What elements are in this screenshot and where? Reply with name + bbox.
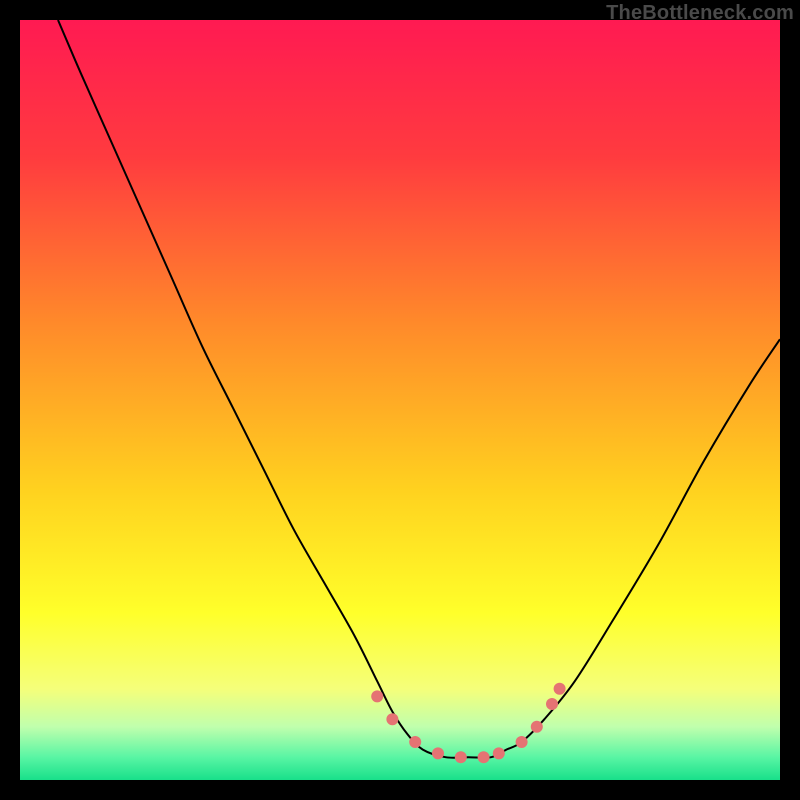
chart-svg [20, 20, 780, 780]
highlight-point [493, 747, 505, 759]
highlight-point [478, 751, 490, 763]
highlight-point [409, 736, 421, 748]
highlight-point [531, 721, 543, 733]
highlight-point [516, 736, 528, 748]
chart-frame [20, 20, 780, 780]
chart-plot-area [20, 20, 780, 780]
highlight-point [432, 747, 444, 759]
highlight-point [554, 683, 566, 695]
highlight-point [546, 698, 558, 710]
gradient-background [20, 20, 780, 780]
highlight-point [371, 690, 383, 702]
attribution-text: TheBottleneck.com [606, 2, 794, 25]
highlight-point [455, 751, 467, 763]
highlight-point [386, 713, 398, 725]
